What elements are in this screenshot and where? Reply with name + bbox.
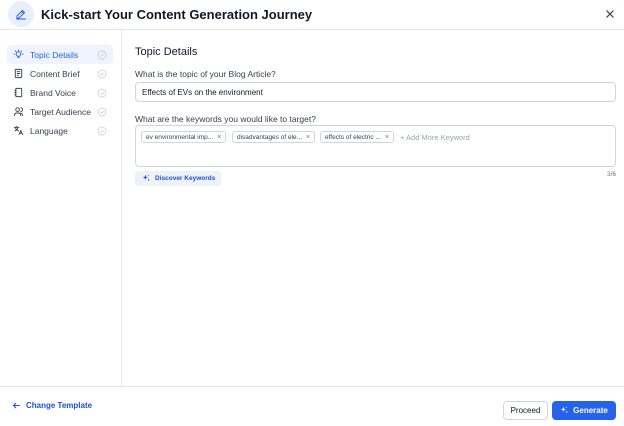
- keyword-chip-label: ev environmental imp...: [146, 133, 214, 141]
- close-button[interactable]: [602, 6, 618, 22]
- generate-button[interactable]: Generate: [552, 401, 616, 420]
- check-circle-icon: [97, 69, 107, 79]
- users-icon: [12, 106, 24, 118]
- keyword-chip-label: disadvantages of ele...: [237, 133, 303, 141]
- discover-keywords-label: Discover Keywords: [155, 175, 216, 182]
- keyword-chip: ev environmental imp... ×: [141, 131, 227, 143]
- remove-keyword-icon[interactable]: ×: [306, 134, 310, 141]
- proceed-button[interactable]: Proceed: [503, 401, 548, 420]
- keyword-chip: effects of electric ... ×: [320, 131, 394, 143]
- check-circle-icon: [97, 50, 107, 60]
- remove-keyword-icon[interactable]: ×: [385, 134, 389, 141]
- document-icon: [12, 68, 24, 80]
- topic-input[interactable]: Effects of EVs on the environment: [135, 82, 616, 102]
- topic-label: What is the topic of your Blog Article?: [135, 69, 276, 79]
- sidebar-item-label: Language: [30, 125, 68, 136]
- notebook-icon: [12, 87, 24, 99]
- keyword-counter: 3/6: [606, 171, 616, 178]
- modal-title: Kick-start Your Content Generation Journ…: [41, 7, 313, 22]
- add-keyword-button[interactable]: + Add More Keyword: [400, 131, 470, 143]
- check-circle-icon: [97, 88, 107, 98]
- sidebar-item-brand-voice[interactable]: Brand Voice: [7, 83, 113, 102]
- close-icon: [606, 5, 614, 23]
- section-title: Topic Details: [135, 46, 198, 58]
- translate-icon: [12, 125, 24, 137]
- sidebar-item-label: Content Brief: [30, 68, 80, 79]
- steps-sidebar: Topic Details Content Brief Brand Voice: [0, 30, 122, 386]
- generate-label: Generate: [573, 406, 608, 415]
- pencil-icon: [8, 1, 34, 27]
- sidebar-item-label: Brand Voice: [30, 87, 76, 98]
- sparkle-icon: [142, 174, 151, 183]
- sidebar-item-content-brief[interactable]: Content Brief: [7, 64, 113, 83]
- sidebar-item-language[interactable]: Language: [7, 121, 113, 140]
- change-template-label: Change Template: [26, 401, 93, 410]
- sparkle-icon: [560, 406, 569, 415]
- sidebar-item-topic-details[interactable]: Topic Details: [7, 45, 113, 64]
- remove-keyword-icon[interactable]: ×: [217, 134, 221, 141]
- sidebar-item-target-audience[interactable]: Target Audience: [7, 102, 113, 121]
- topic-input-value: Effects of EVs on the environment: [142, 87, 263, 97]
- modal-header: Kick-start Your Content Generation Journ…: [0, 0, 624, 30]
- check-circle-icon: [97, 107, 107, 117]
- modal-footer: Change Template Proceed Generate: [0, 386, 624, 426]
- arrow-left-icon: [12, 401, 21, 410]
- keyword-chip: disadvantages of ele... ×: [232, 131, 316, 143]
- keyword-chip-label: effects of electric ...: [325, 133, 381, 141]
- change-template-button[interactable]: Change Template: [12, 401, 92, 410]
- keywords-label: What are the keywords you would like to …: [135, 114, 316, 124]
- discover-keywords-button[interactable]: Discover Keywords: [135, 171, 221, 186]
- lightbulb-icon: [12, 49, 24, 61]
- check-circle-icon: [97, 126, 107, 136]
- keywords-input[interactable]: ev environmental imp... × disadvantages …: [135, 125, 616, 167]
- sidebar-item-label: Target Audience: [30, 106, 91, 117]
- sidebar-item-label: Topic Details: [30, 49, 79, 60]
